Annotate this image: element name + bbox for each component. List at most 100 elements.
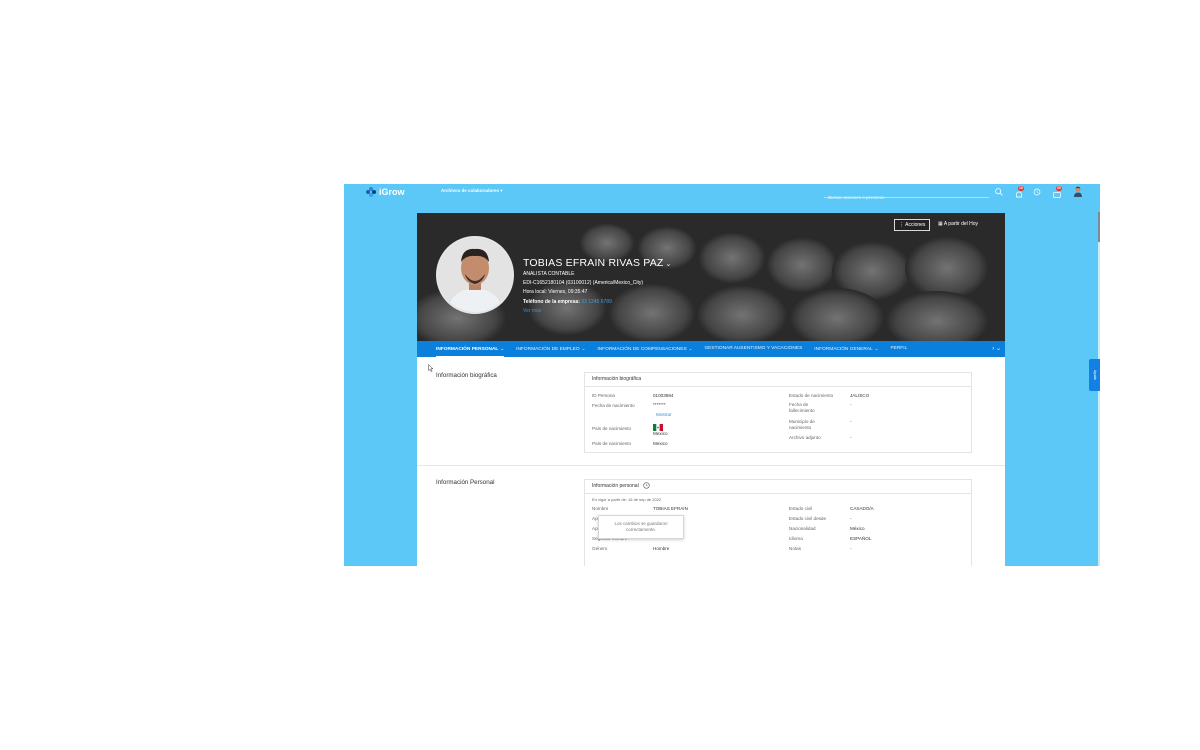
chevron-down-icon: ⌄ (581, 346, 586, 351)
chevron-down-icon: ▾ (500, 188, 503, 193)
search-input[interactable] (824, 192, 988, 203)
chevron-down-icon: ⌄ (688, 346, 693, 351)
field-value: - (850, 402, 852, 407)
field-label: Notas (789, 546, 802, 551)
phone-link[interactable]: 33 1245 6789 (581, 299, 612, 305)
section-title-bio: Información biográfica (436, 372, 497, 379)
phone-label: Teléfono de la empresa: (523, 299, 580, 305)
calendar-icon: ▦ (938, 221, 943, 227)
employee-files-dropdown[interactable]: Archivos de colaboradores ▾ (441, 188, 503, 194)
messages-button[interactable]: 20 (1052, 186, 1062, 198)
as-of-date-label: A partir del Hoy (943, 221, 979, 227)
help-side-tab-label: Ayuda (1093, 370, 1097, 380)
field-value: ESPAÑOL (850, 536, 872, 541)
bio-card-title: Información biográfica (585, 373, 971, 387)
as-of-date-button[interactable]: ▦ A partir del Hoy (938, 219, 978, 229)
field-label: Estado de nacimiento (789, 393, 834, 398)
personal-card-title: Información personal (592, 483, 639, 489)
tab-label: INFORMACIÓN DE EMPLEO (516, 347, 580, 352)
search-bar (824, 186, 989, 203)
field-value: JALISCO (850, 393, 870, 398)
show-birthdate-link[interactable]: Mostrar (656, 412, 672, 417)
employee-title: ANALISTA CONTABLE (523, 271, 575, 277)
actions-button[interactable]: ⋮ Acciones (894, 219, 931, 231)
tab-label: PERFIL (890, 346, 908, 351)
chat-icon (1053, 192, 1061, 198)
notifications-button[interactable]: 10 (1014, 186, 1024, 198)
tab-profile[interactable]: PERFIL (884, 341, 913, 357)
profile-header: TOBIAS EFRAIN RIVAS PAZ ⌄ ANALISTA CONTAB… (417, 213, 1005, 341)
employee-portrait (438, 238, 512, 312)
tab-absence-management[interactable]: GESTIONAR AUSENTISMO Y VACACIONES (698, 341, 808, 357)
field-value: TOBIAS EFRAIN (653, 506, 688, 511)
field-value: CASADO/A (850, 506, 874, 511)
chevron-down-icon: ⌄ (874, 346, 879, 351)
field-label: Estado civil desde (789, 516, 827, 521)
field-label: ID Persona (592, 393, 615, 398)
employee-phone: Teléfono de la empresa: 33 1245 6789 (523, 299, 612, 305)
app-window: iGrow Archivos de colaboradores ▾ 10 (344, 184, 1100, 566)
tab-label: INFORMACIÓN GENERAL (814, 347, 873, 352)
tab-general-info[interactable]: INFORMACIÓN GENERAL ⌄ (808, 341, 884, 357)
search-icon[interactable] (994, 187, 1004, 197)
section-divider (417, 465, 1005, 466)
personal-card-header: Información personal (585, 480, 971, 494)
field-label: País de nacimiento (592, 441, 632, 446)
tabs-scroll-right-icon[interactable]: › ⌄ (992, 341, 1001, 357)
view-more-link[interactable]: Ver más (523, 308, 541, 314)
tab-compensation-info[interactable]: INFORMACIÓN DE COMPENSACIONES ⌄ (591, 341, 698, 357)
scrollbar-thumb[interactable] (1098, 212, 1100, 242)
tab-employment-info[interactable]: INFORMACIÓN DE EMPLEO ⌄ (510, 341, 591, 357)
user-avatar-icon[interactable] (1073, 186, 1083, 197)
field-label: Idioma (789, 536, 803, 541)
employee-name[interactable]: TOBIAS EFRAIN RIVAS PAZ ⌄ (523, 257, 672, 269)
section-tabs: INFORMACIÓN PERSONAL ⌄ INFORMACIÓN DE EMP… (417, 341, 1005, 357)
employee-files-label: Archivos de colaboradores (441, 188, 500, 193)
field-value: Mexico (653, 441, 668, 446)
company-logo[interactable]: iGrow (366, 186, 405, 198)
employee-local-time: Hora local: Viernes, 09:35:47 (523, 289, 588, 295)
history-icon[interactable] (643, 482, 650, 489)
field-value: - (850, 435, 852, 440)
save-success-toast: Los cambios se guardaron correctamente. (598, 515, 684, 539)
mouse-cursor-icon (428, 364, 434, 372)
field-value: - (850, 419, 852, 424)
employee-identifier: EDI-C1652180104 (03100012) (America/Mexi… (523, 280, 644, 286)
logo-mark-icon (366, 187, 376, 197)
tab-personal-info[interactable]: INFORMACIÓN PERSONAL ⌄ (430, 341, 510, 357)
field-label: Estado civil (789, 506, 813, 511)
employee-photo[interactable] (436, 236, 514, 314)
effective-date: En vigor a partir de: 16 de sep de 2022 (592, 497, 662, 502)
tab-label: GESTIONAR AUSENTISMO Y VACACIONES (704, 346, 803, 351)
shell-bar: iGrow Archivos de colaboradores ▾ 10 (344, 184, 1100, 203)
logo-text: iGrow (379, 187, 405, 197)
toast-line-2: correctamente. (625, 527, 656, 532)
help-side-tab[interactable]: Ayuda (1089, 359, 1100, 391)
field-value: - (850, 516, 852, 521)
actions-label: Acciones (905, 222, 926, 228)
field-value: ******* (653, 402, 666, 407)
field-label: Archivo adjunto (789, 435, 821, 440)
field-label: Fecha de nacimiento (592, 403, 635, 408)
content-area: Información biográfica Información biogr… (417, 357, 1005, 566)
employee-name-text: TOBIAS EFRAIN RIVAS PAZ (523, 257, 664, 269)
mexico-flag-icon (653, 424, 663, 431)
field-label: Fecha de fallecimiento (789, 402, 815, 413)
notifications-badge: 10 (1018, 186, 1024, 191)
bio-card: Información biográfica ID Persona 010039… (584, 372, 972, 453)
field-label: País de nacimiento (592, 426, 632, 431)
field-label: Municipio de nacimiento (789, 419, 815, 430)
field-value: Hombre (653, 546, 670, 551)
chevron-down-icon: ⌄ (500, 346, 505, 351)
section-title-personal: Información Personal (436, 479, 495, 486)
field-label: Nombre (592, 506, 609, 511)
tab-label: INFORMACIÓN DE COMPENSACIONES (597, 347, 687, 352)
field-value: México (850, 526, 865, 531)
bell-icon (1015, 191, 1023, 198)
tab-label: INFORMACIÓN PERSONAL (436, 347, 499, 352)
field-label: Género (592, 546, 608, 551)
field-value: 01003984 (653, 393, 674, 398)
clock-icon[interactable] (1032, 187, 1042, 197)
messages-badge: 20 (1056, 186, 1062, 191)
menu-dots-icon: ⋮ (899, 222, 904, 228)
